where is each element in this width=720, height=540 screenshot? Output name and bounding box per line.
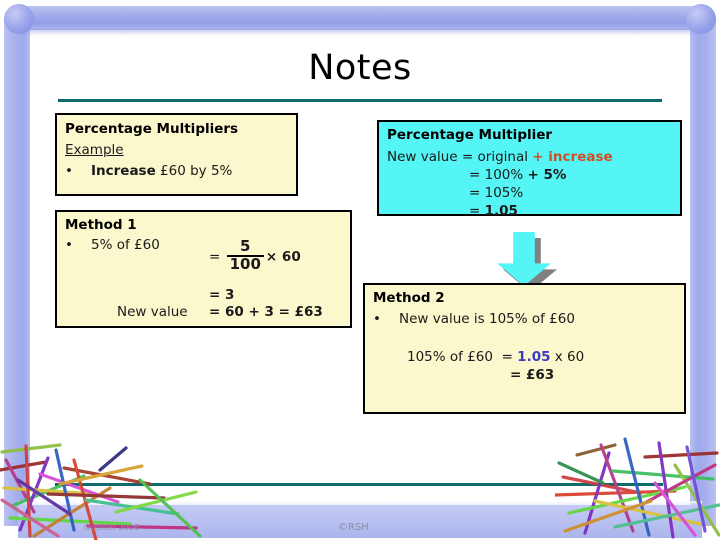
page-title: Notes [308, 48, 412, 88]
method1-equation2: = 3 [209, 287, 235, 303]
down-arrow-icon [497, 232, 557, 292]
method2-line2-highlight: 1.05 [517, 349, 551, 365]
method1-line1: • 5% of £60 [65, 237, 160, 253]
method1-box: Method 1 • 5% of £60 = 5 100 × 60 = 3 New… [55, 210, 356, 332]
footer-copyright: ©RSH [338, 522, 369, 533]
frame-top-bar [18, 6, 702, 36]
footer-date: October 2006 [84, 523, 139, 532]
example-bullet-line: • Increase £60 by 5% [65, 163, 295, 179]
method2-line1: • New value is 105% of £60 [373, 311, 575, 327]
example-text: Example [65, 142, 124, 158]
cyan-row3-eq: = [469, 185, 481, 201]
percentage-multiplier-cyan-box: Percentage Multiplier New value = origin… [377, 120, 686, 220]
percentage-multipliers-box: Percentage Multipliers Example • Increase… [55, 113, 302, 200]
cyan-row1-eq: = [461, 149, 474, 165]
bullet-glyph: • [65, 163, 73, 179]
fraction-numerator: 5 [240, 237, 251, 255]
method2-line2-rest: x 60 [550, 349, 585, 365]
method2-line1-text: New value is 105% of £60 [399, 311, 575, 327]
fraction: 5 100 [226, 237, 264, 273]
frame-right-bar [690, 18, 716, 526]
frame-left-bar [4, 18, 30, 526]
cyan-row-3: = 105% [387, 185, 523, 201]
method2-line2-label: 105% of £60 [407, 349, 493, 365]
cyan-row-2: = 100% + 5% [387, 167, 566, 183]
frame-corner-knob-left [4, 4, 34, 34]
box-title: Method 1 [65, 217, 137, 233]
cyan-row1-value: original [477, 149, 533, 165]
cyan-row4-eq: = [469, 203, 481, 219]
frame-corner-knob-right [686, 4, 716, 34]
cyan-row2-value: 100% [484, 167, 528, 183]
cyan-row-4: = 1.05 [387, 203, 518, 219]
cyan-row2-highlight: + 5% [527, 167, 567, 183]
increase-rest: £60 by 5% [155, 163, 233, 179]
box-title: Percentage Multiplier [387, 127, 553, 143]
cyan-row4-value: 1.05 [484, 203, 518, 219]
slide: Notes Percentage Multipliers Example • In… [0, 0, 720, 540]
method1-newvalue-label: New value [117, 304, 188, 320]
equals-sign: = [209, 248, 221, 265]
method1-equation1: = 5 100 × 60 [209, 237, 301, 274]
cyan-row3-value: 105% [484, 185, 524, 201]
increase-keyword: Increase [91, 163, 156, 179]
method1-equation3: = 60 + 3 = £63 [209, 304, 323, 320]
bullet-glyph: • [65, 237, 73, 253]
cyan-row1-label: New value [387, 149, 458, 165]
method2-line2-eq: = [501, 349, 513, 365]
box-title: Percentage Multipliers [65, 121, 239, 137]
cyan-row1-highlight: + increase [532, 149, 613, 165]
method2-line3: = £63 [510, 367, 555, 383]
fraction-denominator: 100 [226, 254, 264, 273]
method1-line1-label: 5% of £60 [91, 237, 160, 253]
example-label: Example [65, 142, 124, 158]
method2-box: Method 2 • New value is 105% of £60 105% … [363, 283, 690, 418]
title-divider [58, 99, 662, 102]
cyan-row2-eq: = [469, 167, 481, 183]
method2-line2: 105% of £60 = 1.05 x 60 [407, 349, 584, 365]
cyan-row-1: New value = original + increase [387, 149, 613, 165]
times-term: × 60 [265, 248, 301, 265]
bullet-glyph: • [373, 311, 381, 327]
footer-divider [55, 483, 663, 486]
box-title: Method 2 [373, 290, 445, 306]
